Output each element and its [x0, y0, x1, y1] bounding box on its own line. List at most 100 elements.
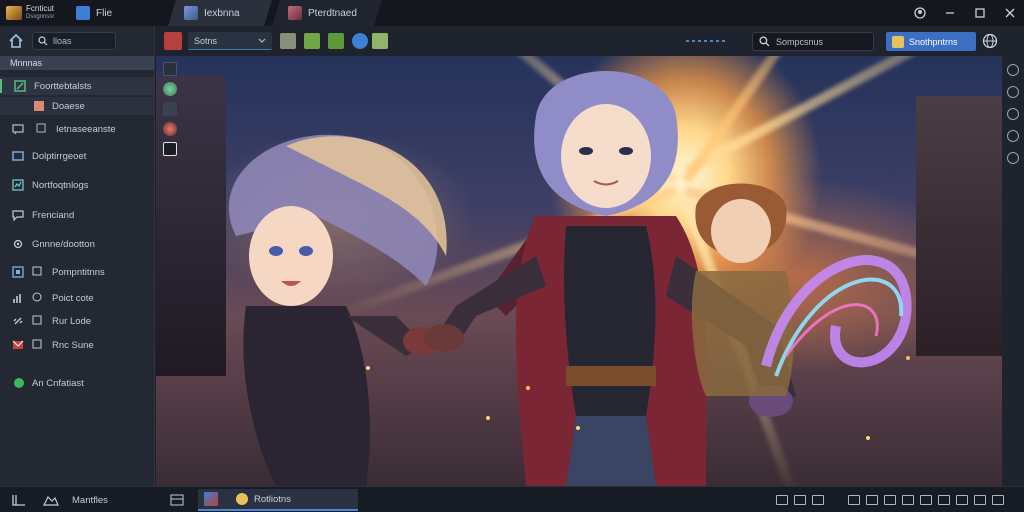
toolbar-search-label: Sompcsnus	[776, 36, 824, 47]
globe-icon[interactable]	[982, 33, 998, 49]
status-icon[interactable]	[974, 495, 986, 505]
sidebar-item-label: Poict cote	[52, 292, 94, 304]
sidebar-item-featured[interactable]: Foorttebtalsts	[0, 77, 155, 95]
sidebar-item-10[interactable]: Rur Lode	[12, 312, 91, 330]
status-icon[interactable]	[884, 495, 896, 505]
sidebar-item-label: Frenciand	[32, 209, 75, 221]
task-label: Rotliotns	[254, 493, 291, 505]
bottom-active-task[interactable]: Rotliotns	[198, 489, 358, 511]
tool-rail-icon[interactable]	[1007, 64, 1019, 76]
list-icon	[170, 494, 184, 506]
sidebar-item-8[interactable]: Pompntitnns	[12, 263, 105, 281]
bottom-bar: Mantfles Rotliotns	[0, 486, 1024, 512]
sidebar-item-label: Pompntitnns	[52, 266, 105, 278]
chart-icon	[12, 179, 24, 191]
bottom-status-icons	[776, 487, 1004, 512]
status-icon[interactable]	[992, 495, 1004, 505]
sparkles	[486, 416, 490, 420]
square-outline-icon	[32, 315, 44, 327]
status-icon[interactable]	[938, 495, 950, 505]
layer-thumb-1[interactable]	[163, 62, 177, 76]
tool-button-4[interactable]	[372, 33, 388, 49]
status-icon[interactable]	[812, 495, 824, 505]
sidebar-search-label: lloas	[53, 36, 72, 46]
sidebar-item-7[interactable]: Gnnne/dootton	[12, 235, 95, 253]
bar-chart-icon	[13, 294, 21, 303]
grid-small-icon	[36, 123, 48, 135]
sidebar-item-9[interactable]: Poict cote	[12, 289, 94, 307]
app-logo-subtitle: Dsxgnnssr	[26, 14, 55, 20]
layers-icon	[14, 80, 26, 92]
close-icon[interactable]	[1004, 7, 1016, 19]
minimize-icon[interactable]	[944, 7, 956, 19]
chat-icon	[12, 124, 24, 135]
layer-thumb-3[interactable]	[163, 102, 177, 116]
status-icon[interactable]	[902, 495, 914, 505]
sidebar-item-4[interactable]: Dolptirrgeoet	[12, 147, 86, 165]
tab-label: Flie	[96, 7, 113, 19]
mode-select-value: Sotns	[194, 35, 218, 46]
sidebar-item-11[interactable]: Rnc Sune	[12, 336, 94, 354]
image-canvas[interactable]	[156, 56, 1002, 486]
status-icon[interactable]	[920, 495, 932, 505]
sidebar-item-12[interactable]: An Cnfatiast	[14, 374, 84, 392]
chevron-down-icon	[258, 38, 266, 43]
sidebar-item-sub[interactable]: Doaese	[0, 97, 155, 115]
status-icon[interactable]	[848, 495, 860, 505]
sidebar-item-3[interactable]: Ietnaseeanste	[12, 120, 116, 138]
status-icon[interactable]	[794, 495, 806, 505]
color-swatch-icon	[34, 101, 44, 111]
sidebar-item-5[interactable]: Nortfoqtnlogs	[12, 176, 89, 194]
sidebar-search[interactable]: lloas	[32, 32, 116, 50]
active-indicator	[0, 79, 2, 93]
tool-button-3[interactable]	[328, 33, 344, 49]
bottom-left-label: Mantfles	[72, 494, 108, 506]
search-icon	[759, 36, 770, 47]
tool-rail-icon[interactable]	[1007, 108, 1019, 120]
toolbar: Sotns Sompcsnus Snothpntrns	[156, 26, 1024, 56]
toolbar-search[interactable]: Sompcsnus	[752, 32, 874, 51]
account-icon[interactable]	[914, 7, 926, 19]
bottom-grid-button[interactable]	[12, 487, 26, 512]
tool-button-2[interactable]	[304, 33, 320, 49]
tab-second-document[interactable]: Pterdtnaed	[272, 0, 382, 26]
tool-rail-icon[interactable]	[1007, 86, 1019, 98]
search-icon	[38, 36, 48, 46]
square-outline-icon	[32, 339, 44, 351]
tab-label: Pterdtnaed	[308, 7, 357, 19]
status-icon[interactable]	[776, 495, 788, 505]
layer-thumb-5[interactable]	[163, 142, 177, 156]
small-square-icon	[32, 266, 44, 278]
sidebar-item-label: Doaese	[52, 100, 85, 112]
status-icon[interactable]	[866, 495, 878, 505]
sidebar-item-6[interactable]: Frenciand	[12, 206, 74, 224]
app-logo[interactable]: Fcnticut Dsxgnnssr	[0, 0, 66, 26]
layer-thumb-4[interactable]	[163, 122, 177, 136]
maximize-icon[interactable]	[974, 7, 986, 19]
mode-select[interactable]: Sotns	[164, 32, 272, 50]
tool-rail-icon[interactable]	[1007, 130, 1019, 142]
sidebar-item-label: Ietnaseeanste	[56, 123, 116, 135]
gear-icon	[13, 239, 23, 249]
home-icon[interactable]	[8, 33, 24, 49]
layer-thumb-2[interactable]	[163, 82, 177, 96]
primary-action-button[interactable]: Snothpntrns	[886, 32, 976, 51]
circle-icon	[32, 292, 44, 304]
tool-rail-icon[interactable]	[1007, 152, 1019, 164]
tab-active-document[interactable]: Iexbnna	[168, 0, 272, 26]
app-logo-name: Fcnticut	[26, 4, 55, 13]
status-icon[interactable]	[956, 495, 968, 505]
cloud-icon	[43, 495, 59, 506]
tab-files[interactable]: Flie	[66, 0, 168, 26]
tool-button-1[interactable]	[280, 33, 296, 49]
message-icon	[12, 210, 24, 221]
progress-dots	[686, 40, 726, 42]
bottom-list-button[interactable]	[170, 487, 184, 512]
link-icon	[13, 317, 23, 325]
magic-swirl-effect	[761, 255, 912, 377]
task-app-icon	[204, 492, 218, 506]
bottom-home-button[interactable]: Mantfles	[42, 487, 108, 512]
sidebar-item-label: Rur Lode	[52, 315, 92, 327]
info-icon[interactable]	[352, 33, 368, 49]
sidebar-item-label: Foorttebtalsts	[34, 80, 92, 92]
